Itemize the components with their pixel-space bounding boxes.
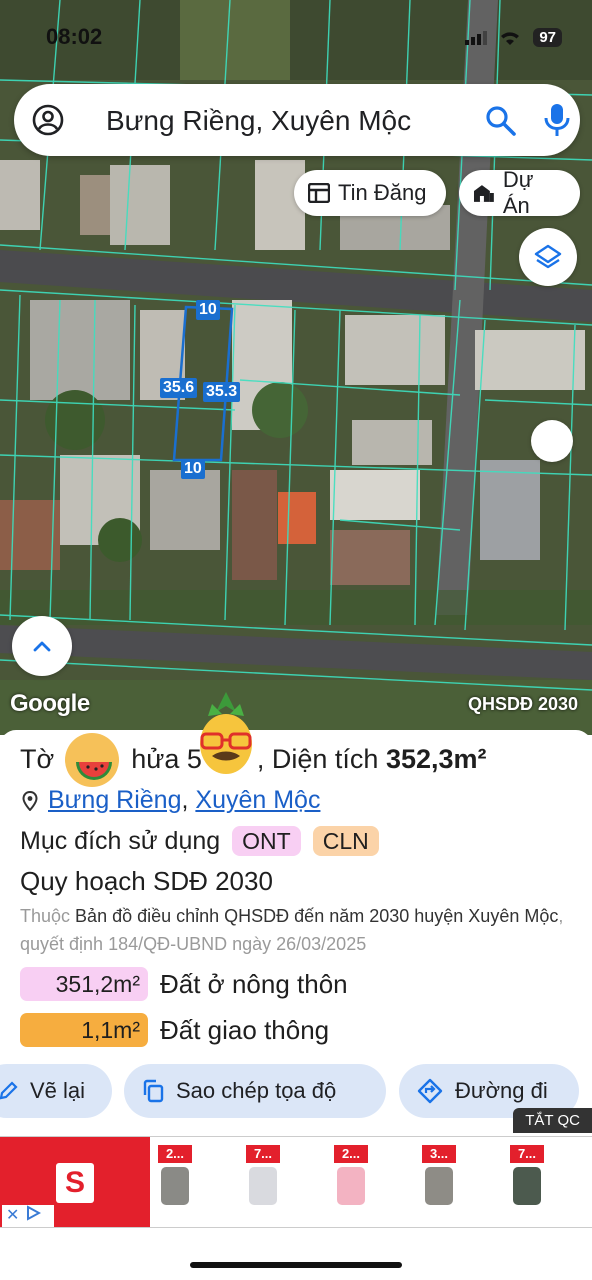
ad-banner[interactable]: S ✕ 2... 7... 2... 3... 7... [0,1136,592,1228]
projects-chip-label: Dự Án [502,167,534,218]
status-time: 08:02 [46,24,103,49]
plan-source-name: Bản đồ điều chỉnh QHSDĐ đến năm 2030 huy… [75,906,559,926]
pineapple-sticker-icon [200,692,252,774]
search-input[interactable]: Bưng Riềng, Xuyên Mộc [106,105,411,137]
ad-product[interactable]: 3... [422,1145,456,1205]
wifi-icon [501,31,520,45]
purpose-tag-ont: ONT [232,826,301,856]
phone-image-icon [249,1167,277,1205]
chevron-up-icon [33,641,51,652]
land-purpose-label: Mục đích sử dụng [20,826,221,855]
directions-label: Đường đi [455,1078,548,1103]
account-icon[interactable] [32,104,64,136]
phone-image-icon [513,1167,541,1205]
layers-icon [534,244,562,269]
close-ads-button[interactable]: TẮT QC [513,1108,592,1133]
search-icon[interactable] [484,104,518,138]
parcel-title-prefix: Tờ [20,744,55,774]
projects-chip[interactable]: Dự Án [459,167,580,218]
ad-controls[interactable]: ✕ [2,1205,54,1227]
phone-image-icon [337,1167,365,1205]
ad-product-price: 2... [334,1145,368,1163]
ad-product-price: 2... [158,1145,192,1163]
ad-product-price: 7... [510,1145,544,1163]
district-link[interactable]: Xuyên Mộc [195,786,320,814]
copy-icon [143,1079,164,1103]
ad-product-price: 3... [422,1145,456,1163]
search-bar[interactable]: Bưng Riềng, Xuyên Mộc [14,84,580,156]
phone-image-icon [161,1167,189,1205]
redraw-label: Vẽ lại [30,1078,86,1103]
plan-source: Thuộc Bản đồ điều chỉnh QHSDĐ đến năm 20… [20,902,575,958]
map-view[interactable]: 08:02 97 Bưng Riềng, Xuyên Mộc Tin Đăng … [0,0,592,735]
expand-panel-button[interactable] [12,616,72,676]
location-separator: , [181,786,189,814]
ad-product[interactable]: 7... [246,1145,280,1205]
plan-source-prefix: Thuộc [20,906,71,926]
microphone-icon[interactable] [540,102,574,138]
commune-link[interactable]: Bưng Riềng [48,786,181,814]
ad-product[interactable]: 2... [334,1145,368,1205]
location-row: Bưng Riềng, Xuyên Mộc [22,786,320,815]
listings-icon [308,183,330,203]
parcel-area: 352,3m² [385,744,487,774]
ad-close-icon[interactable]: ✕ [6,1205,19,1227]
listings-chip[interactable]: Tin Đăng [294,170,446,216]
map-control-dot[interactable] [531,420,573,462]
redraw-icon [0,1081,18,1100]
land-use-name: Đất ở nông thôn [160,968,348,999]
location-pin-icon [22,790,38,811]
land-use-area: 1,1m² [20,1013,148,1047]
land-use-name: Đất giao thông [160,1014,330,1045]
land-use-area: 351,2m² [20,967,148,1001]
parcel-title-suffix: , Diện tích [256,744,379,774]
land-use-row: 351,2m² Đất ở nông thôn [20,967,348,1001]
signal-icon [465,30,488,45]
ad-logo-letter: S [56,1163,94,1203]
land-use-row: 1,1m² Đất giao thông [20,1013,329,1047]
map-layer-label: QHSDĐ 2030 [467,694,578,714]
building-icon [473,185,494,202]
watermelon-sticker-icon [65,733,119,787]
copy-coordinates-label: Sao chép tọa độ [176,1078,337,1103]
dimension-right: 35.3 [203,382,241,402]
copy-coordinates-button[interactable]: Sao chép tọa độ [124,1064,386,1118]
plan-title: Quy hoạch SDĐ 2030 [20,866,273,896]
home-indicator[interactable] [190,1262,402,1268]
battery-indicator: 97 [533,28,562,47]
ad-product-price: 7... [246,1145,280,1163]
dimension-top: 10 [196,300,220,320]
adchoices-icon[interactable] [25,1205,42,1221]
dimension-bottom: 10 [181,459,205,479]
ad-product[interactable]: 2... [158,1145,192,1205]
google-logo: Google [10,690,90,717]
purpose-tag-cln: CLN [312,826,379,856]
listings-chip-label: Tin Đăng [338,180,427,205]
redraw-button[interactable]: Vẽ lại [0,1064,112,1118]
land-purpose-row: Mục đích sử dụng ONT CLN [20,826,379,856]
ad-product[interactable]: 7... [510,1145,544,1205]
layers-button[interactable] [519,228,577,286]
directions-icon [417,1078,443,1104]
phone-image-icon [425,1167,453,1205]
dimension-left: 35.6 [160,378,198,398]
status-bar: 08:02 97 [0,22,592,56]
